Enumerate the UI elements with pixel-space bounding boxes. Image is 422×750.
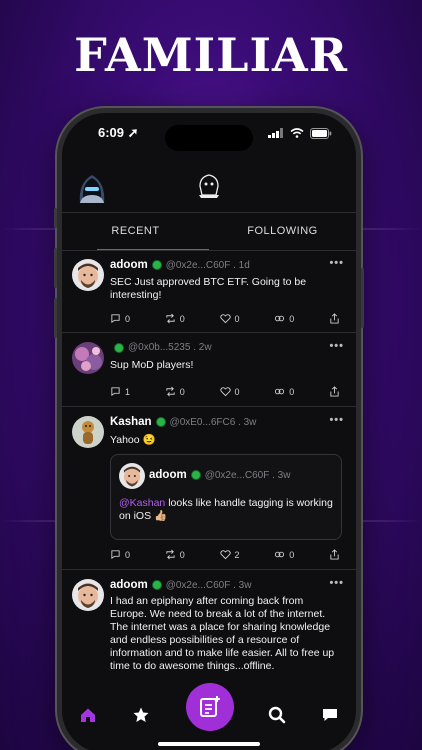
comment-button[interactable]: 0 bbox=[110, 549, 130, 560]
link-icon bbox=[275, 551, 285, 558]
verified-badge-icon bbox=[155, 417, 166, 427]
author-name[interactable]: adoom bbox=[149, 469, 187, 481]
tip-button[interactable]: 0 bbox=[274, 313, 294, 324]
tip-button[interactable]: 0 bbox=[274, 549, 294, 560]
verified-badge-icon bbox=[151, 580, 162, 590]
share-button[interactable] bbox=[329, 386, 340, 397]
avatar[interactable] bbox=[72, 259, 104, 291]
share-icon bbox=[330, 549, 339, 560]
author-name[interactable]: adoom bbox=[110, 259, 148, 271]
share-button[interactable] bbox=[329, 549, 340, 560]
repost-icon bbox=[166, 313, 175, 324]
repost-icon bbox=[166, 386, 175, 397]
author-handle: @0x2e...C60F . 1d bbox=[165, 259, 250, 271]
like-button[interactable]: 0 bbox=[219, 313, 240, 324]
home-icon[interactable] bbox=[79, 706, 97, 724]
quoted-post[interactable]: adoom @0x2e...C60F . 3w @Kashan looks li… bbox=[110, 454, 342, 540]
more-options-icon[interactable]: ••• bbox=[329, 257, 344, 269]
status-bar: 6:09 ➚ bbox=[62, 113, 356, 153]
feed-tabs: RECENT FOLLOWING bbox=[62, 217, 356, 251]
tip-button[interactable]: 0 bbox=[274, 386, 294, 397]
app-screen: 6:09 ➚ RECENT FOLLOWING adoom @0x2e...C6… bbox=[62, 113, 356, 750]
post-text: Yahoo 😉 bbox=[110, 434, 156, 446]
star-icon[interactable] bbox=[132, 706, 150, 724]
mention-link[interactable]: @Kashan bbox=[119, 497, 165, 509]
post-text: SEC Just approved BTC ETF. Going to be i… bbox=[110, 276, 307, 301]
repost-icon bbox=[166, 549, 175, 560]
status-time: 6:09 ➚ bbox=[98, 125, 139, 140]
link-icon bbox=[275, 315, 285, 322]
post-actions: 1 0 0 0 bbox=[110, 386, 340, 397]
author-name[interactable]: Kashan bbox=[110, 416, 152, 428]
comment-icon bbox=[111, 314, 120, 324]
share-icon bbox=[330, 386, 339, 397]
repost-button[interactable]: 0 bbox=[165, 313, 185, 324]
hero-title: FAMILIAR bbox=[74, 28, 348, 82]
chat-icon[interactable] bbox=[321, 706, 339, 724]
post-text: Sup MoD players! bbox=[110, 359, 194, 371]
more-options-icon[interactable]: ••• bbox=[329, 340, 344, 352]
heart-icon bbox=[219, 314, 231, 324]
wifi-icon bbox=[290, 128, 304, 138]
tab-following[interactable]: FOLLOWING bbox=[209, 217, 356, 247]
post-item[interactable]: Kashan @0xE0...6FC6 . 3w ••• Yahoo 😉 ado… bbox=[62, 408, 356, 570]
profile-avatar-button[interactable] bbox=[76, 169, 108, 203]
author-handle: @0x0b...5235 . 2w bbox=[128, 342, 212, 353]
avatar[interactable] bbox=[119, 463, 145, 489]
signal-icon bbox=[268, 128, 283, 138]
comment-icon bbox=[111, 550, 120, 560]
verified-badge-icon bbox=[151, 260, 162, 270]
comment-button[interactable]: 0 bbox=[110, 313, 130, 324]
comment-button[interactable]: 1 bbox=[110, 386, 130, 397]
repost-button[interactable]: 0 bbox=[165, 386, 185, 397]
post-text: I had an epiphany after coming back from… bbox=[110, 595, 335, 672]
verified-badge-icon bbox=[190, 470, 201, 480]
more-options-icon[interactable]: ••• bbox=[329, 577, 344, 589]
link-icon bbox=[275, 388, 285, 395]
post-item[interactable]: @0x0b...5235 . 2w ••• Sup MoD players! 1… bbox=[62, 334, 356, 407]
battery-icon bbox=[310, 127, 332, 139]
compose-icon bbox=[200, 696, 220, 717]
repost-button[interactable]: 0 bbox=[165, 549, 185, 560]
compose-button[interactable] bbox=[186, 683, 234, 731]
more-options-icon[interactable]: ••• bbox=[329, 414, 344, 426]
post-item[interactable]: adoom @0x2e...C60F . 3w ••• I had an epi… bbox=[62, 571, 356, 691]
heart-icon bbox=[219, 550, 231, 560]
author-name[interactable]: adoom bbox=[110, 579, 148, 591]
author-handle: @0x2e...C60F . 3w bbox=[165, 579, 252, 591]
search-icon[interactable] bbox=[268, 706, 286, 724]
post-item[interactable]: adoom @0x2e...C60F . 1d ••• SEC Just app… bbox=[62, 251, 356, 333]
avatar[interactable] bbox=[72, 579, 104, 611]
author-handle: @0x2e...C60F . 3w bbox=[204, 469, 291, 481]
share-icon bbox=[330, 313, 339, 324]
avatar[interactable] bbox=[72, 416, 104, 448]
quoted-post-text: @Kashan looks like handle tagging is wor… bbox=[119, 497, 333, 522]
avatar[interactable] bbox=[72, 342, 104, 374]
home-indicator bbox=[158, 742, 260, 746]
share-button[interactable] bbox=[329, 313, 340, 324]
phone-frame: 6:09 ➚ RECENT FOLLOWING adoom @0x2e...C6… bbox=[54, 108, 364, 750]
author-handle: @0xE0...6FC6 . 3w bbox=[169, 416, 257, 428]
verified-badge-icon bbox=[114, 342, 124, 353]
post-actions: 0 0 2 0 bbox=[110, 549, 340, 560]
like-button[interactable]: 2 bbox=[219, 549, 240, 560]
tab-recent[interactable]: RECENT bbox=[62, 217, 209, 251]
post-actions: 0 0 0 0 bbox=[110, 313, 340, 324]
like-button[interactable]: 0 bbox=[219, 386, 240, 397]
heart-icon bbox=[219, 387, 231, 397]
comment-icon bbox=[111, 387, 120, 397]
app-header bbox=[62, 165, 356, 209]
app-logo-icon bbox=[196, 173, 222, 199]
